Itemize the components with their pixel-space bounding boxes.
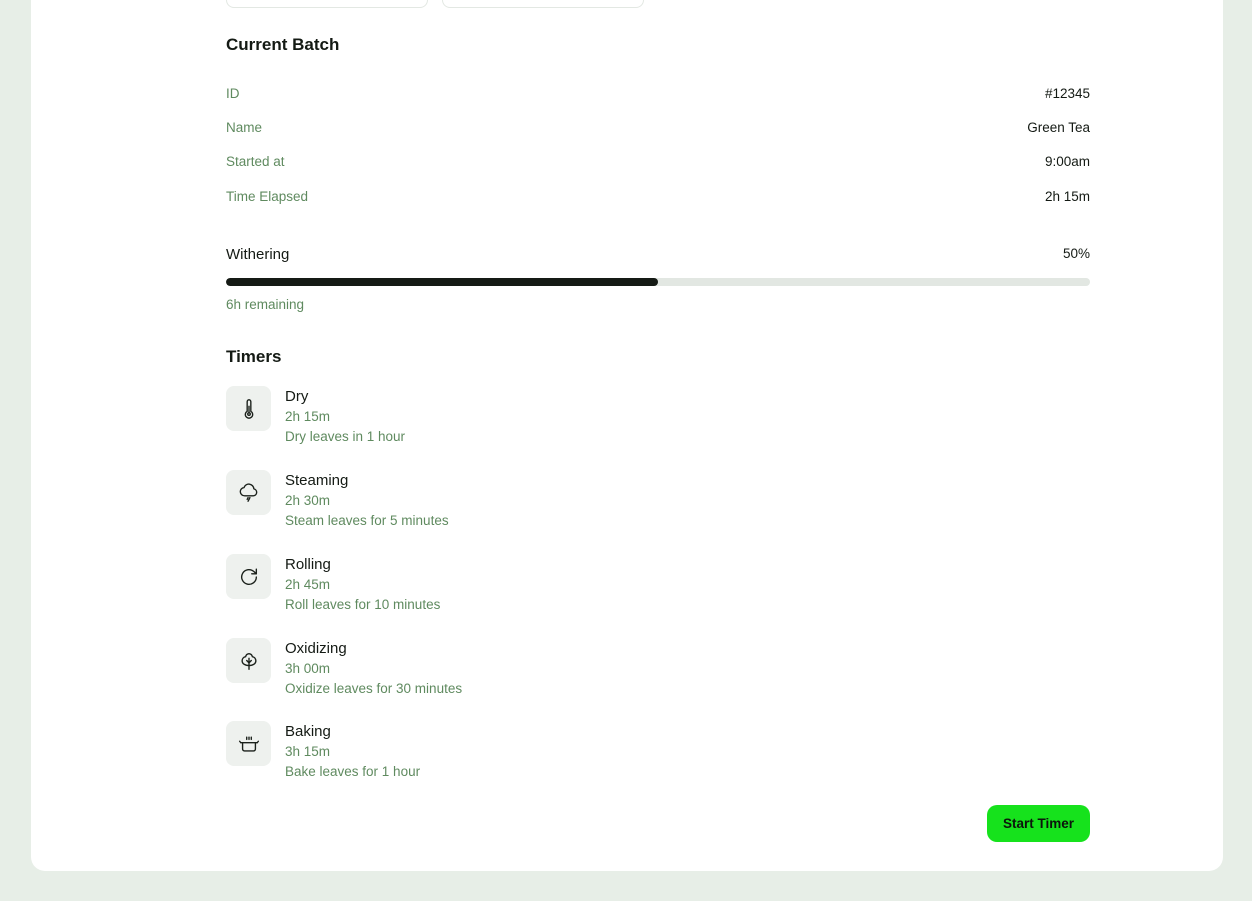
timer-item-baking[interactable]: Baking 3h 15m Bake leaves for 1 hour: [226, 721, 1090, 791]
stage-progress-bar: [226, 278, 1090, 286]
timer-description: Steam leaves for 5 minutes: [285, 513, 449, 528]
cooking-pot-icon: [226, 721, 271, 766]
batch-row-name: Name Green Tea: [226, 120, 1090, 140]
rotate-cw-icon: [226, 554, 271, 599]
timer-name: Baking: [285, 723, 331, 740]
timer-description: Bake leaves for 1 hour: [285, 764, 421, 779]
batch-row-id: ID #12345: [226, 86, 1090, 106]
batch-row-label: Time Elapsed: [226, 189, 309, 204]
current-batch-title: Current Batch: [226, 35, 340, 54]
timer-item-steaming[interactable]: Steaming 2h 30m Steam leaves for 5 minut…: [226, 470, 1090, 540]
batch-row-label: Started at: [226, 154, 285, 169]
batch-row-value: #12345: [1044, 86, 1090, 101]
timer-name: Steaming: [285, 472, 349, 489]
timer-description: Dry leaves in 1 hour: [285, 429, 406, 444]
batch-row-label: Name: [226, 120, 263, 135]
timer-item-dry[interactable]: Dry 2h 15m Dry leaves in 1 hour: [226, 386, 1090, 456]
batch-row-value: 9:00am: [1044, 154, 1090, 169]
timer-time: 2h 45m: [285, 577, 331, 592]
timer-time: 2h 30m: [285, 493, 331, 508]
batch-card: Current Batch ID #12345 Name Green Tea S…: [31, 0, 1223, 871]
top-pill-left[interactable]: [226, 0, 428, 8]
thermometer-icon: [226, 386, 271, 431]
batch-row-value: Green Tea: [1027, 120, 1090, 135]
timer-name: Rolling: [285, 556, 331, 573]
batch-row-started-at: Started at 9:00am: [226, 154, 1090, 174]
batch-row-label: ID: [226, 86, 240, 101]
timer-time: 3h 15m: [285, 744, 331, 759]
tree-icon: [226, 638, 271, 683]
timer-description: Oxidize leaves for 30 minutes: [285, 681, 463, 696]
top-controls: [226, 0, 1090, 8]
cloud-drizzle-icon: [226, 470, 271, 515]
start-timer-button[interactable]: Start Timer: [987, 805, 1090, 842]
batch-row-time-elapsed: Time Elapsed 2h 15m: [226, 189, 1090, 209]
timer-item-oxidizing[interactable]: Oxidizing 3h 00m Oxidize leaves for 30 m…: [226, 638, 1090, 708]
timers-title: Timers: [226, 347, 282, 366]
stage-label: Withering: [226, 246, 290, 263]
stage-percent: 50%: [1062, 246, 1090, 261]
timer-description: Roll leaves for 10 minutes: [285, 597, 441, 612]
timer-item-rolling[interactable]: Rolling 2h 45m Roll leaves for 10 minute…: [226, 554, 1090, 624]
stage-remaining: 6h remaining: [226, 297, 305, 312]
timer-name: Oxidizing: [285, 640, 347, 657]
timer-time: 2h 15m: [285, 409, 331, 424]
top-pill-right[interactable]: [442, 0, 644, 8]
stage-progress-fill: [226, 278, 658, 286]
batch-row-value: 2h 15m: [1044, 189, 1090, 204]
timer-name: Dry: [285, 388, 309, 405]
timer-time: 3h 00m: [285, 661, 331, 676]
